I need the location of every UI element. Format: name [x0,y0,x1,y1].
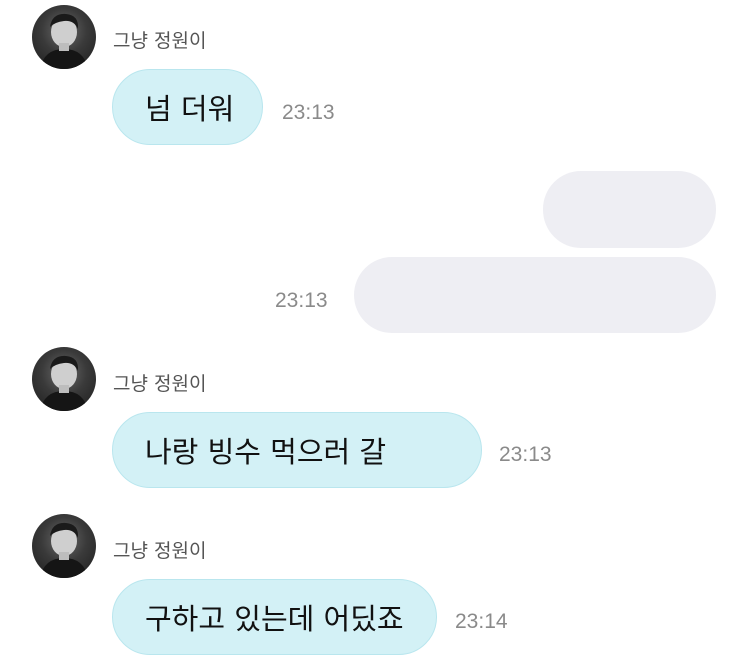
outgoing-message-bubble[interactable] [543,171,716,248]
avatar-icon [40,13,88,69]
message-bubble[interactable]: 구하고 있는데 어딨죠 [112,579,437,655]
message-text: 구하고 있는데 어딨죠 [145,602,404,636]
message-time: 23:13 [275,289,328,312]
message-time: 23:13 [499,443,552,466]
sender-name: 그냥 정원이 [113,540,207,562]
outgoing-message-bubble[interactable] [354,257,716,333]
message-text: 나랑 빙수 먹으러 갈 [145,435,387,469]
sender-name: 그냥 정원이 [113,30,207,52]
message-time: 23:14 [455,610,508,633]
message-bubble[interactable]: 나랑 빙수 먹으러 갈 [112,412,482,488]
message-time: 23:13 [282,101,335,124]
avatar[interactable] [32,347,96,411]
avatar[interactable] [32,5,96,69]
avatar-icon [40,355,88,411]
message-text: 넘 더워 [145,92,235,126]
avatar-icon [40,522,88,578]
avatar[interactable] [32,514,96,578]
message-bubble[interactable]: 넘 더워 [112,69,263,145]
sender-name: 그냥 정원이 [113,373,207,395]
